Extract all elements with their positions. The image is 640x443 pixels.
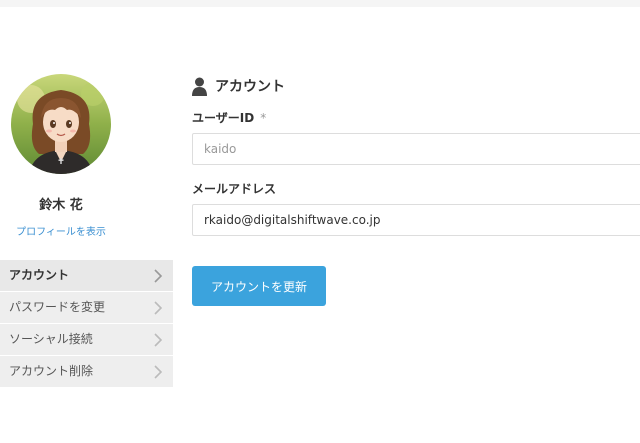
top-strip: [0, 0, 640, 7]
user-name: 鈴木 花: [39, 198, 83, 213]
sidebar-item-label: アカウント削除: [9, 364, 94, 378]
chevron-right-icon: [154, 269, 163, 283]
sidebar-item-change-password[interactable]: パスワードを変更: [0, 292, 173, 324]
view-profile-link[interactable]: プロフィールを表示: [0, 223, 122, 238]
email-field[interactable]: [192, 204, 640, 236]
sidebar-nav: アカウント パスワードを変更 ソーシャル接続 アカウント削除: [0, 260, 173, 388]
avatar: [11, 74, 111, 174]
update-account-button[interactable]: アカウントを更新: [192, 266, 326, 306]
required-mark: *: [260, 111, 267, 125]
sidebar-item-label: アカウント: [9, 268, 70, 282]
anime-girl-avatar-icon: [11, 74, 111, 174]
sidebar-item-social-connections[interactable]: ソーシャル接続: [0, 324, 173, 356]
sidebar-item-label: パスワードを変更: [9, 300, 106, 314]
chevron-right-icon: [154, 301, 163, 315]
email-label: メールアドレス: [192, 182, 277, 196]
sidebar-item-delete-account[interactable]: アカウント削除: [0, 356, 173, 388]
userid-label: ユーザーID *: [192, 109, 266, 126]
section-title-text: アカウント: [215, 79, 285, 95]
chevron-right-icon: [154, 333, 163, 347]
sidebar-item-label: ソーシャル接続: [9, 332, 93, 346]
userid-field[interactable]: [192, 133, 640, 165]
chevron-right-icon: [154, 365, 163, 379]
section-title: アカウント: [192, 76, 285, 96]
sidebar-item-account[interactable]: アカウント: [0, 260, 173, 292]
user-icon: [192, 77, 207, 96]
userid-label-text: ユーザーID: [192, 111, 255, 125]
